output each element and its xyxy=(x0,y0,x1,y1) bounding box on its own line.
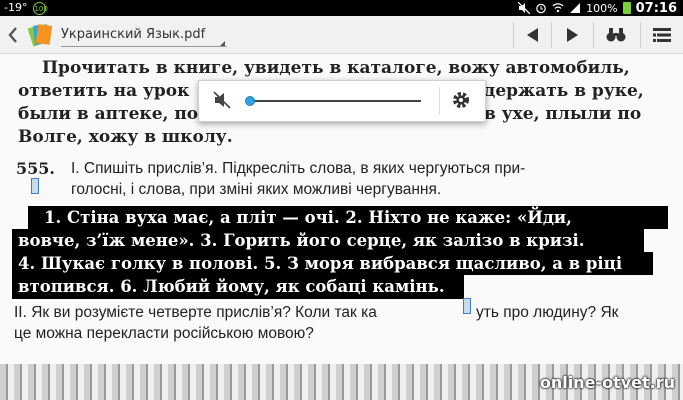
watermark: online-otvet.ru xyxy=(539,373,675,392)
selection-handle[interactable] xyxy=(31,178,39,194)
volume-popup xyxy=(198,80,486,122)
back-icon[interactable] xyxy=(6,25,20,45)
prev-page-icon xyxy=(527,28,538,42)
task-text: ІІ. Як ви розумієте четверте прислів’я? … xyxy=(14,304,377,321)
selected-text-line[interactable]: 1. Стіна вуха має, а пліт — очі. 2. Ніхт… xyxy=(44,208,572,227)
mute-icon[interactable] xyxy=(213,91,231,109)
battery-icon xyxy=(622,2,631,14)
menu-button[interactable] xyxy=(648,22,676,48)
toolbar-divider xyxy=(640,22,641,48)
temperature: -19° xyxy=(4,1,28,14)
task-text: голосні, і слова, при зміні яких можливі… xyxy=(71,181,442,198)
selection-handle[interactable] xyxy=(463,298,471,314)
text-line: Прочитать в книге, увидеть в каталоге, в… xyxy=(42,58,630,78)
text-line: ответить на урок xyxy=(18,81,190,101)
search-button[interactable] xyxy=(602,22,630,48)
volume-slider-handle[interactable] xyxy=(245,96,255,106)
app-icon[interactable] xyxy=(26,21,54,49)
notification-badge: 100 xyxy=(33,1,48,15)
toolbar-divider xyxy=(513,22,514,48)
wifi-icon xyxy=(552,3,564,13)
battery-percent: 100% xyxy=(586,1,618,15)
next-page-icon xyxy=(567,28,578,42)
status-bar: -19° 100 100% 07:16 xyxy=(0,0,683,16)
next-page-button[interactable] xyxy=(559,22,587,48)
alarm-icon xyxy=(536,3,546,14)
mute-icon xyxy=(518,2,531,14)
selected-text-line[interactable]: вовче, з’їж мене». 3. Горить його серце,… xyxy=(18,231,585,250)
status-left: -19° 100 xyxy=(4,1,48,15)
title-underline xyxy=(61,46,227,47)
task-text: уть про людину? Як xyxy=(476,304,619,321)
prev-page-button[interactable] xyxy=(518,22,546,48)
text-line: были в аптеке, по xyxy=(18,104,199,124)
selected-text-line[interactable]: втопився. 6. Любий йому, як собаці камін… xyxy=(18,277,445,296)
text-line: в ухе, плыли по xyxy=(484,104,642,124)
title-dropdown-icon[interactable] xyxy=(220,41,225,46)
binoculars-icon xyxy=(606,28,626,42)
gear-icon[interactable] xyxy=(451,90,471,110)
app-toolbar: Украинский Язык.pdf xyxy=(0,16,683,54)
clock: 07:16 xyxy=(635,0,677,16)
toolbar-divider xyxy=(551,22,552,48)
task-text: І. Спишіть прислів’я. Підкресліть слова,… xyxy=(71,160,526,177)
signal-icon xyxy=(570,3,581,13)
document-title[interactable]: Украинский Язык.pdf xyxy=(61,27,205,42)
exercise-number: 555. xyxy=(16,159,55,178)
list-icon xyxy=(653,28,671,42)
selected-text-line[interactable]: 4. Шукає голку в полові. 5. З моря вибра… xyxy=(18,254,622,273)
text-line: Волге, хожу в школу. xyxy=(18,127,233,147)
popup-divider xyxy=(439,87,440,115)
status-right: 100% 07:16 xyxy=(518,0,677,16)
volume-slider-track[interactable] xyxy=(249,100,421,102)
toolbar-divider xyxy=(593,22,594,48)
task-text: це можна перекласти російською мовою? xyxy=(14,325,314,342)
text-line: держать в руке, xyxy=(484,81,644,101)
